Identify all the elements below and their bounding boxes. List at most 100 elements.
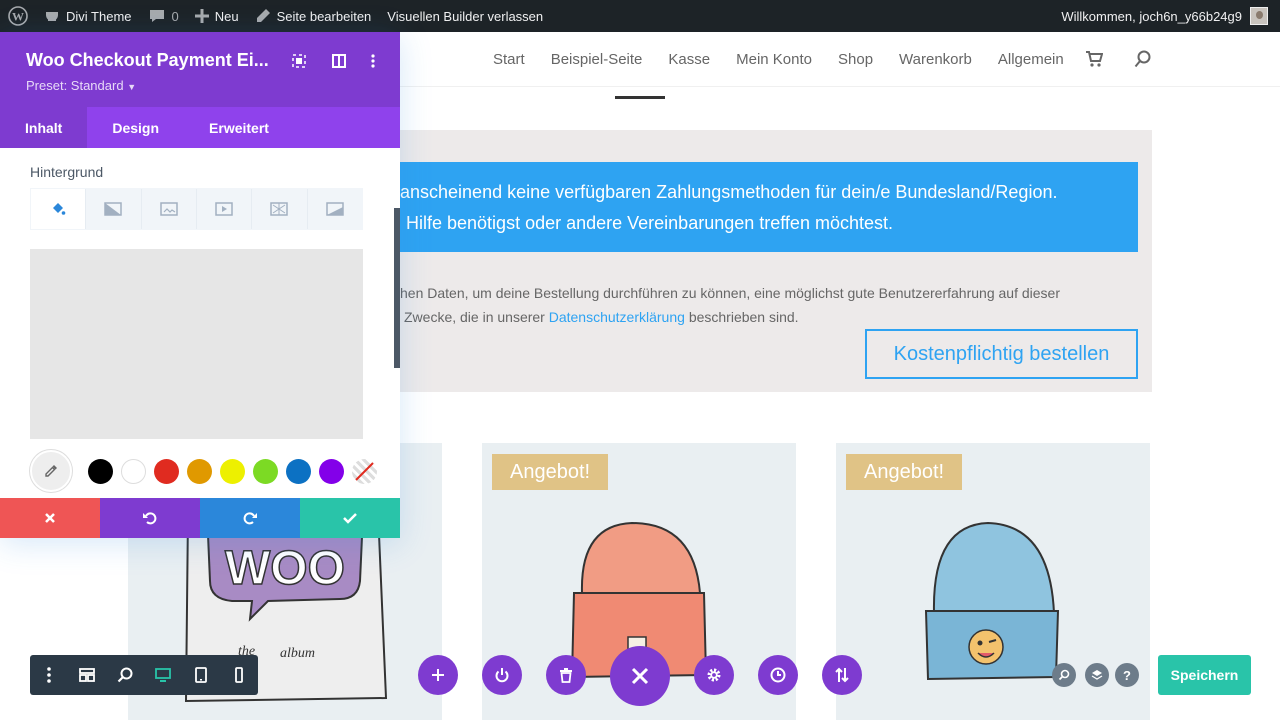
confirm-button[interactable] <box>300 498 400 538</box>
account-item[interactable]: Willkommen, joch6n_y66b24g9 <box>1061 0 1280 32</box>
nav-item-beispiel-seite[interactable]: Beispiel-Seite <box>551 51 643 68</box>
sale-badge: Angebot! <box>492 454 609 490</box>
undo-button[interactable] <box>100 498 200 538</box>
bg-image-tab[interactable] <box>141 189 197 229</box>
main-nav: Start Beispiel-Seite Kasse Mein Konto Sh… <box>493 32 1064 87</box>
caret-down-icon: ▼ <box>127 82 137 92</box>
expand-icon[interactable] <box>290 52 308 70</box>
site-name-item[interactable]: Divi Theme <box>36 0 140 32</box>
exit-builder-item[interactable]: Visuellen Builder verlassen <box>379 0 551 32</box>
pencil-icon <box>256 9 270 22</box>
history-button[interactable] <box>758 655 798 695</box>
sale-badge: Angebot! <box>846 454 963 490</box>
close-icon <box>45 513 55 523</box>
color-picker-button[interactable] <box>30 450 72 492</box>
new-label: Neu <box>214 8 239 24</box>
add-module-button[interactable] <box>418 655 458 695</box>
nav-item-allgemein[interactable]: Allgemein <box>998 51 1064 68</box>
swatch-white[interactable] <box>121 458 146 484</box>
load-layout-button[interactable] <box>482 655 522 695</box>
swatch-none[interactable] <box>352 458 377 484</box>
exit-builder-label: Visuellen Builder verlassen <box>387 8 544 24</box>
builder-menu-icon[interactable] <box>30 655 68 695</box>
redo-icon <box>243 512 257 525</box>
phone-view-icon[interactable] <box>220 655 258 695</box>
panel-tabs: Inhalt Design Erweitert <box>0 107 400 148</box>
privacy-text: hen Daten, um deine Bestellung durchführ… <box>400 281 1120 329</box>
comment-icon <box>149 10 164 22</box>
background-section-label: Hintergrund <box>30 164 104 180</box>
clear-layout-button[interactable] <box>546 655 586 695</box>
place-order-button[interactable]: Kostenpflichtig bestellen <box>865 329 1138 379</box>
edit-page-label: Seite bearbeiten <box>276 8 372 24</box>
swatch-purple[interactable] <box>319 458 344 484</box>
clock-icon <box>770 667 786 683</box>
tab-erweitert[interactable]: Erweitert <box>184 107 294 148</box>
swatch-black[interactable] <box>88 458 113 484</box>
bg-pattern-tab[interactable] <box>252 189 308 229</box>
bg-video-tab[interactable] <box>196 189 253 229</box>
tab-design[interactable]: Design <box>87 107 184 148</box>
privacy-line-1: hen Daten, um deine Bestellung durchführ… <box>400 285 1060 301</box>
zoom-icon[interactable] <box>106 655 144 695</box>
privacy-policy-link[interactable]: Datenschutzerklärung <box>549 309 685 325</box>
swatch-red[interactable] <box>154 458 179 484</box>
no-color-icon <box>355 461 374 481</box>
eyedropper-icon <box>45 465 57 477</box>
swatch-orange[interactable] <box>187 458 212 484</box>
nav-item-shop[interactable]: Shop <box>838 51 873 68</box>
video-icon <box>215 202 233 216</box>
wordpress-logo-icon[interactable]: W <box>0 0 36 32</box>
undo-icon <box>143 512 157 525</box>
edit-page-item[interactable]: Seite bearbeiten <box>247 0 380 32</box>
builder-view-bar <box>30 655 258 695</box>
bg-gradient-tab[interactable] <box>86 189 142 229</box>
plus-icon <box>194 9 209 23</box>
tab-inhalt[interactable]: Inhalt <box>0 107 88 148</box>
more-options-icon[interactable] <box>364 52 382 70</box>
find-module-icon[interactable] <box>1052 663 1076 687</box>
panel-footer <box>0 498 400 538</box>
svg-text:W: W <box>12 10 24 24</box>
swatch-green[interactable] <box>253 458 278 484</box>
background-type-tabs <box>30 188 363 230</box>
page-settings-button[interactable] <box>694 655 734 695</box>
notice-line-2: Hilfe benötigst oder andere Vereinbarung… <box>406 213 893 233</box>
background-color-preview[interactable] <box>30 249 363 439</box>
wireframe-view-icon[interactable] <box>68 655 106 695</box>
discard-button[interactable] <box>0 498 100 538</box>
gradient-icon <box>104 202 123 216</box>
site-name: Divi Theme <box>66 8 132 24</box>
new-item[interactable]: Neu <box>187 0 247 32</box>
nav-item-start[interactable]: Start <box>493 51 525 68</box>
swatch-yellow[interactable] <box>220 458 245 484</box>
search-icon[interactable] <box>1134 50 1152 68</box>
close-builder-button[interactable] <box>610 646 670 706</box>
color-swatches <box>30 450 377 492</box>
bg-color-tab[interactable] <box>31 189 87 229</box>
nav-item-mein-konto[interactable]: Mein Konto <box>736 51 812 68</box>
nav-item-kasse[interactable]: Kasse <box>668 51 710 68</box>
bg-mask-tab[interactable] <box>307 189 362 229</box>
panel-scrollbar[interactable] <box>394 208 400 368</box>
help-button[interactable]: ? <box>1115 663 1139 687</box>
swatch-blue[interactable] <box>286 458 311 484</box>
sidebar-layout-icon[interactable] <box>330 52 348 70</box>
desktop-view-icon[interactable] <box>144 655 182 695</box>
tablet-view-icon[interactable] <box>182 655 220 695</box>
preset-selector[interactable]: Preset: Standard ▼ <box>26 78 136 93</box>
comments-item[interactable]: 0 <box>140 0 187 32</box>
power-icon <box>495 668 509 683</box>
svg-text:album: album <box>280 646 315 661</box>
privacy-line-2-text: Zwecke, die in unserer <box>404 309 545 325</box>
save-button[interactable]: Speichern <box>1158 655 1251 695</box>
notice-line-1: anscheinend keine verfügbaren Zahlungsme… <box>400 182 1058 202</box>
layers-icon[interactable] <box>1085 663 1109 687</box>
redo-button[interactable] <box>200 498 300 538</box>
nav-item-warenkorb[interactable]: Warenkorb <box>899 51 972 68</box>
cart-icon[interactable] <box>1085 50 1103 68</box>
panel-title: Woo Checkout Payment Ei... <box>26 50 269 70</box>
plus-icon <box>432 669 444 681</box>
privacy-line-2-end: beschrieben sind. <box>688 309 799 325</box>
portability-button[interactable] <box>822 655 862 695</box>
